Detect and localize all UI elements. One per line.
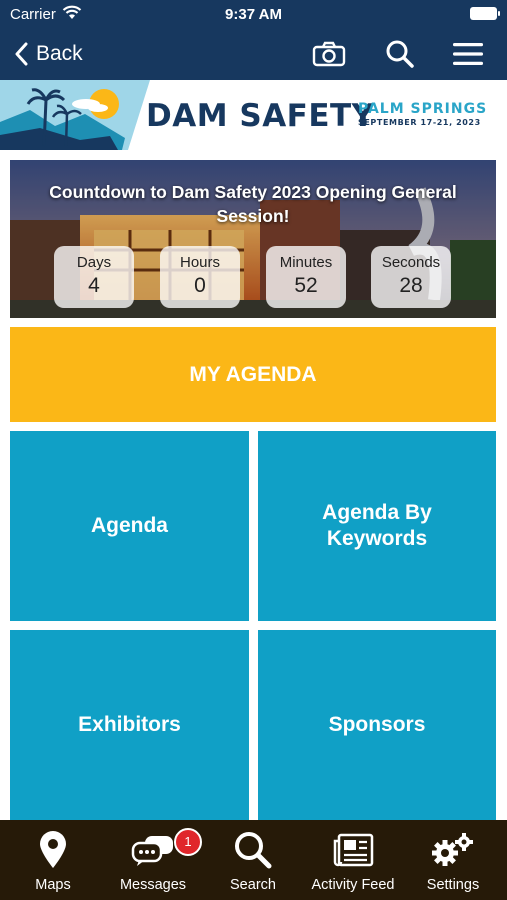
agenda-by-keywords-tile[interactable]: Agenda By Keywords [258, 431, 496, 621]
search-icon [386, 40, 414, 68]
countdown-title: Countdown to Dam Safety 2023 Opening Gen… [49, 182, 457, 226]
bottom-tab-bar: Maps Messages 1 Search Activity Feed Set… [0, 820, 507, 900]
tab-settings[interactable]: Settings [403, 820, 503, 900]
messages-badge: 1 [174, 828, 202, 856]
newspaper-icon [333, 833, 374, 867]
tab-maps[interactable]: Maps [3, 820, 103, 900]
top-bar: Carrier 9:37 AM Back [0, 0, 507, 80]
minutes-value: 52 [294, 274, 318, 297]
search-button[interactable] [380, 36, 420, 72]
sponsors-tile[interactable]: Sponsors [258, 630, 496, 820]
camera-button[interactable] [309, 36, 349, 72]
palm-springs-logo-art [0, 80, 150, 150]
event-banner: DAM SAFETY PALM SPRINGS SEPTEMBER 17-21,… [0, 80, 507, 150]
tab-activity-feed[interactable]: Activity Feed [303, 820, 403, 900]
search-icon [235, 832, 272, 869]
countdown-seconds: Seconds 28 [371, 246, 451, 308]
map-pin-icon [40, 831, 66, 868]
back-label: Back [36, 42, 83, 65]
clock: 9:37 AM [225, 6, 282, 23]
gears-icon [432, 833, 473, 866]
camera-icon [312, 41, 346, 67]
exhibitors-tile-label: Exhibitors [78, 713, 181, 736]
sponsors-tile-label: Sponsors [328, 713, 426, 736]
menu-button[interactable] [448, 36, 488, 72]
seconds-label: Seconds [381, 254, 441, 271]
countdown-panel: Countdown to Dam Safety 2023 Opening Gen… [10, 160, 496, 318]
countdown-minutes: Minutes 52 [266, 246, 346, 308]
chat-bubbles-icon [131, 836, 173, 866]
hours-label: Hours [179, 254, 220, 271]
days-label: Days [76, 254, 112, 271]
seconds-value: 28 [399, 274, 423, 297]
hamburger-menu-icon [453, 43, 483, 65]
tab-settings-label: Settings [426, 877, 480, 893]
my-agenda-tile[interactable]: MY AGENDA [10, 327, 496, 422]
back-button[interactable]: Back [14, 38, 83, 70]
chevron-left-icon [15, 42, 28, 66]
brand-title: DAM SAFETY [146, 98, 375, 134]
minutes-label: Minutes [279, 254, 333, 271]
status-bar: Carrier 9:37 AM [0, 0, 507, 28]
countdown-days: Days 4 [54, 246, 134, 308]
exhibitors-tile[interactable]: Exhibitors [10, 630, 249, 820]
agenda-tile[interactable]: Agenda [10, 431, 249, 621]
navigation-bar: Back [0, 32, 507, 76]
agenda-by-keywords-label: Agenda By Keywords [322, 501, 432, 550]
tab-search[interactable]: Search [203, 820, 303, 900]
countdown-hours: Hours 0 [160, 246, 240, 308]
hours-value: 0 [194, 274, 206, 297]
event-location: PALM SPRINGS [358, 101, 488, 117]
event-dates: SEPTEMBER 17-21, 2023 [358, 118, 481, 127]
battery-icon [470, 7, 500, 20]
agenda-tile-label: Agenda [90, 514, 168, 537]
days-value: 4 [88, 274, 100, 297]
